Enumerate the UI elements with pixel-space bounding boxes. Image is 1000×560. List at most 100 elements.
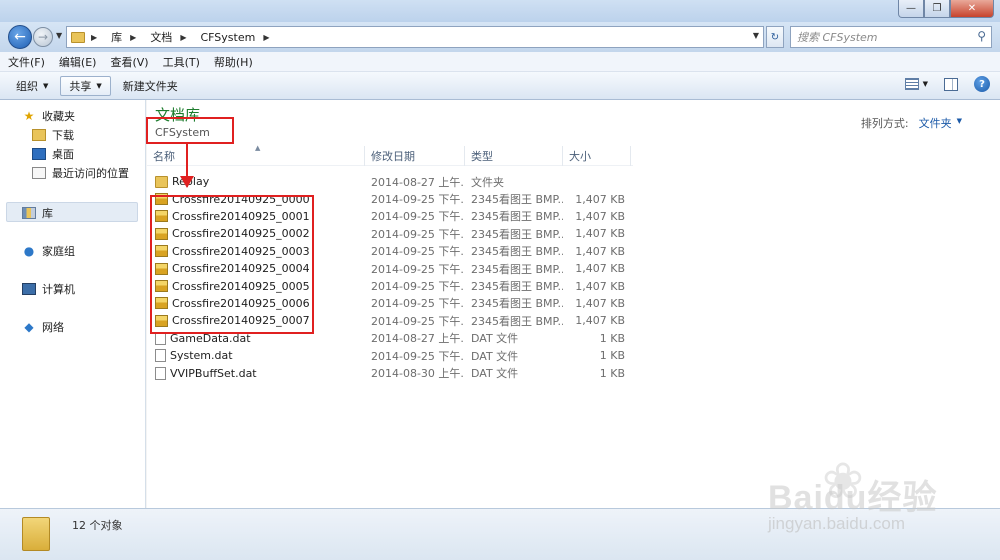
dat-file-icon — [155, 349, 166, 363]
navigation-pane: ★ 收藏夹 下载 桌面 最近访问的位置 库 ● 家庭组 计算机 ◆ 网络 — [0, 100, 146, 508]
file-date: 2014-08-27 上午... — [371, 175, 465, 189]
watermark-logo: Baidu经验 — [768, 479, 938, 517]
file-date: 2014-08-27 上午... — [371, 332, 465, 346]
search-input[interactable]: 搜索 CFSystem ⚲ — [790, 26, 992, 48]
refresh-icon: ↻ — [770, 31, 780, 43]
file-name: VVIPBuffSet.dat — [170, 366, 257, 380]
annotation-arrow-head — [180, 176, 194, 188]
recent-places-icon — [32, 167, 46, 179]
folder-icon — [71, 31, 85, 43]
column-name[interactable]: 名称 — [147, 146, 365, 166]
downloads-folder-icon — [32, 129, 46, 141]
file-size: 1 KB — [599, 331, 625, 345]
preview-pane-icon[interactable] — [944, 77, 958, 91]
back-button[interactable]: ← — [8, 25, 32, 49]
folder-large-icon — [22, 517, 50, 551]
breadcrumb-arrow[interactable]: ▶ — [263, 33, 275, 42]
file-date: 2014-09-25 下午... — [371, 314, 465, 328]
chevron-down-icon: ▼ — [43, 81, 49, 90]
menu-tools[interactable]: 工具(T) — [163, 54, 200, 70]
nav-computer[interactable]: 计算机 — [22, 281, 75, 297]
breadcrumb-arrow[interactable]: ▶ — [180, 33, 192, 42]
file-date: 2014-09-25 下午... — [371, 280, 465, 294]
view-options-icon[interactable] — [904, 78, 919, 90]
nav-recent-places[interactable]: 最近访问的位置 — [32, 165, 129, 181]
nav-desktop[interactable]: 桌面 — [32, 146, 74, 162]
file-date: 2014-09-25 下午... — [371, 245, 465, 259]
window-controls: — ❐ ✕ — [898, 0, 994, 18]
nav-homegroup[interactable]: ● 家庭组 — [22, 243, 75, 259]
address-bar[interactable]: ▶ 库 ▶ 文档 ▶ CFSystem ▶ ▼ — [66, 26, 764, 48]
title-bar: — ❐ ✕ — [0, 0, 1000, 22]
file-size: 1,407 KB — [575, 244, 625, 258]
file-row[interactable]: Replay 2014-08-27 上午... 文件夹 — [147, 173, 633, 190]
refresh-button[interactable]: ↻ — [766, 26, 784, 48]
new-folder-button[interactable]: 新建文件夹 — [115, 76, 186, 96]
file-type: 2345看图王 BMP... — [471, 245, 563, 259]
file-type: 2345看图王 BMP... — [471, 210, 563, 224]
watermark-url: jingyan.baidu.com — [768, 514, 906, 533]
share-button[interactable]: 共享 ▼ — [60, 75, 111, 96]
close-button[interactable]: ✕ — [950, 0, 994, 18]
back-arrow-icon: ← — [14, 29, 26, 45]
column-type[interactable]: 类型 — [465, 146, 563, 166]
column-size[interactable]: 大小 — [563, 146, 631, 166]
file-type: 文件夹 — [471, 175, 504, 189]
breadcrumb-documents[interactable]: 文档 — [150, 29, 172, 45]
annotation-arrow-shaft — [186, 144, 188, 178]
menu-file[interactable]: 文件(F) — [8, 54, 45, 70]
chevron-down-icon[interactable]: ▼ — [957, 117, 962, 131]
breadcrumb-root-arrow[interactable]: ▶ — [91, 33, 103, 42]
file-date: 2014-09-25 下午... — [371, 297, 465, 311]
file-date: 2014-09-25 下午... — [371, 262, 465, 276]
menu-edit[interactable]: 编辑(E) — [59, 54, 97, 70]
help-icon[interactable]: ? — [974, 76, 990, 92]
file-type: DAT 文件 — [471, 367, 519, 381]
address-dropdown-icon[interactable]: ▼ — [753, 31, 759, 40]
chevron-down-icon: ▼ — [96, 81, 102, 90]
minimize-button[interactable]: — — [898, 0, 924, 18]
column-date-modified[interactable]: 修改日期 — [365, 146, 465, 166]
nav-favorites[interactable]: ★ 收藏夹 — [22, 108, 75, 124]
breadcrumb-library[interactable]: 库 — [111, 29, 122, 45]
menu-help[interactable]: 帮助(H) — [214, 54, 253, 70]
nav-libraries[interactable]: 库 — [22, 205, 53, 221]
library-icon — [22, 207, 36, 219]
star-icon: ★ — [23, 109, 35, 123]
file-row[interactable]: System.dat 2014-09-25 下午... DAT 文件 1 KB — [147, 347, 633, 364]
file-size: 1,407 KB — [575, 227, 625, 241]
file-type: 2345看图王 BMP... — [471, 227, 563, 241]
file-size: 1,407 KB — [575, 209, 625, 223]
file-type: 2345看图王 BMP... — [471, 314, 563, 328]
file-size: 1 KB — [599, 366, 625, 380]
file-date: 2014-09-25 下午... — [371, 349, 465, 363]
file-type: DAT 文件 — [471, 349, 519, 363]
network-icon: ◆ — [24, 320, 34, 334]
homegroup-icon: ● — [23, 244, 35, 258]
column-header-row: 名称 修改日期 类型 大小 — [147, 146, 633, 166]
recent-pages-dropdown[interactable]: ▼ — [56, 31, 62, 40]
file-name: System.dat — [170, 349, 233, 363]
organize-button[interactable]: 组织 ▼ — [8, 76, 56, 96]
file-name-cell[interactable]: System.dat — [147, 347, 365, 364]
forward-button[interactable]: → — [33, 27, 53, 47]
file-type: 2345看图王 BMP... — [471, 193, 563, 207]
breadcrumb-cfsystem[interactable]: CFSystem — [200, 31, 255, 44]
file-date: 2014-08-30 上午... — [371, 367, 465, 381]
view-dropdown-icon[interactable]: ▼ — [923, 80, 928, 88]
arrange-value-button[interactable]: 文件夹 — [919, 115, 952, 131]
file-row[interactable]: VVIPBuffSet.dat 2014-08-30 上午... DAT 文件 1 K… — [147, 364, 633, 381]
folder-icon — [155, 175, 168, 188]
annotation-box-folder-name — [146, 117, 234, 144]
breadcrumb-arrow[interactable]: ▶ — [130, 33, 142, 42]
search-icon[interactable]: ⚲ — [977, 29, 986, 43]
nav-network[interactable]: ◆ 网络 — [22, 319, 64, 335]
file-size: 1,407 KB — [575, 262, 625, 276]
file-date: 2014-09-25 下午... — [371, 210, 465, 224]
arrange-by: 排列方式: 文件夹 ▼ — [861, 115, 962, 131]
nav-downloads[interactable]: 下载 — [32, 127, 74, 143]
menu-view[interactable]: 查看(V) — [110, 54, 148, 70]
file-name-cell[interactable]: VVIPBuffSet.dat — [147, 364, 365, 381]
menu-bar: 文件(F) 编辑(E) 查看(V) 工具(T) 帮助(H) — [0, 52, 1000, 72]
maximize-button[interactable]: ❐ — [924, 0, 950, 18]
